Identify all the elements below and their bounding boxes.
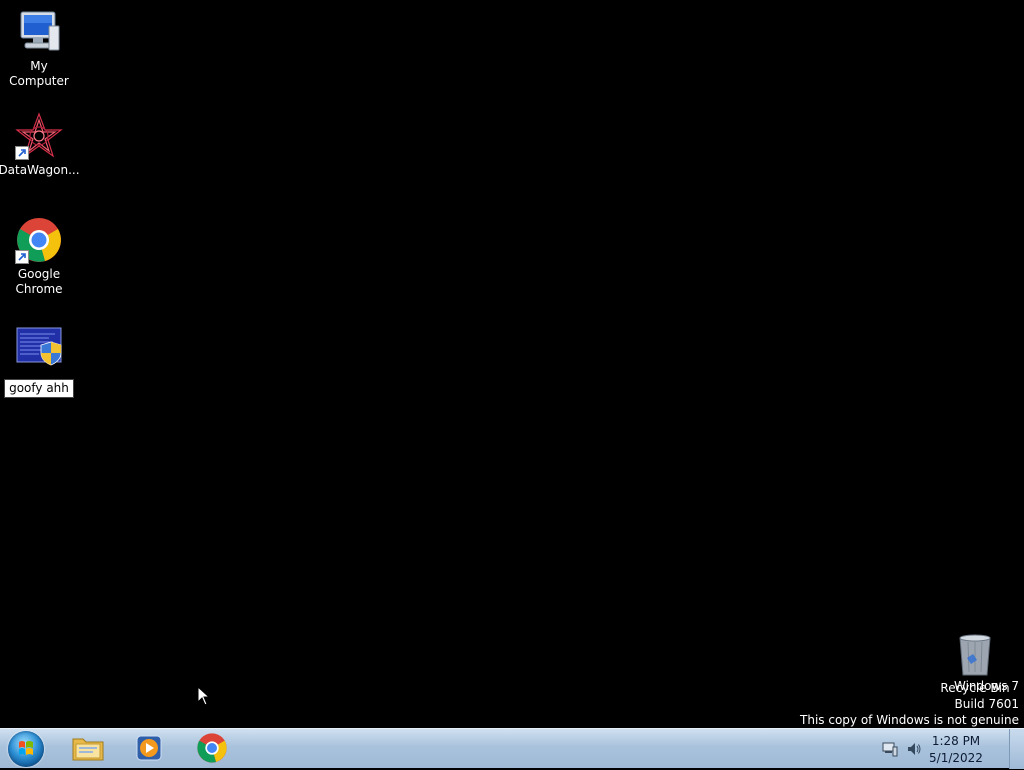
desktop-icon-my-computer[interactable]: My Computer: [0, 8, 78, 89]
media-player-icon: [134, 733, 164, 766]
shortcut-arrow-icon: [15, 250, 29, 264]
desktop-icon-goofy-ahh[interactable]: goofy ahh: [0, 326, 78, 398]
network-icon[interactable]: [882, 741, 898, 760]
taskbar-media-player-button[interactable]: [127, 732, 171, 766]
taskbar: 1:28 PM 5/1/2022: [0, 728, 1024, 769]
genuine-watermark-line2: Build 7601: [954, 697, 1019, 711]
chrome-icon: [15, 216, 63, 264]
script-shield-icon: [15, 326, 63, 374]
clock-time: 1:28 PM: [931, 734, 981, 748]
mouse-cursor-icon: [197, 685, 211, 709]
show-desktop-button[interactable]: [1009, 729, 1024, 769]
folder-icon: [71, 733, 105, 766]
desktop-icon-label: My Computer: [9, 59, 69, 88]
clock-date: 5/1/2022: [929, 751, 983, 765]
desktop-icon-google-chrome[interactable]: Google Chrome: [0, 216, 78, 297]
desktop-icon-label: Google Chrome: [15, 267, 63, 296]
desktop-icon-datawagon[interactable]: DataWagon...: [0, 112, 80, 178]
datawagon-icon: [15, 112, 63, 160]
taskbar-clock[interactable]: 1:28 PM 5/1/2022: [914, 733, 998, 767]
computer-icon: [15, 8, 63, 56]
genuine-watermark-line3: This copy of Windows is not genuine: [800, 713, 1019, 727]
recycle-bin-icon: [951, 630, 999, 678]
taskbar-chrome-button[interactable]: [190, 732, 234, 766]
desktop-icon-label: DataWagon...: [0, 163, 80, 177]
rename-textbox[interactable]: goofy ahh: [4, 379, 74, 398]
system-tray: 1:28 PM 5/1/2022: [874, 729, 1024, 769]
start-orb-icon[interactable]: [8, 731, 44, 767]
genuine-watermark-line1: Windows 7: [953, 679, 1019, 693]
shortcut-arrow-icon: [15, 146, 29, 160]
chrome-icon: [196, 732, 228, 767]
taskbar-windows-explorer-button[interactable]: [66, 732, 110, 766]
